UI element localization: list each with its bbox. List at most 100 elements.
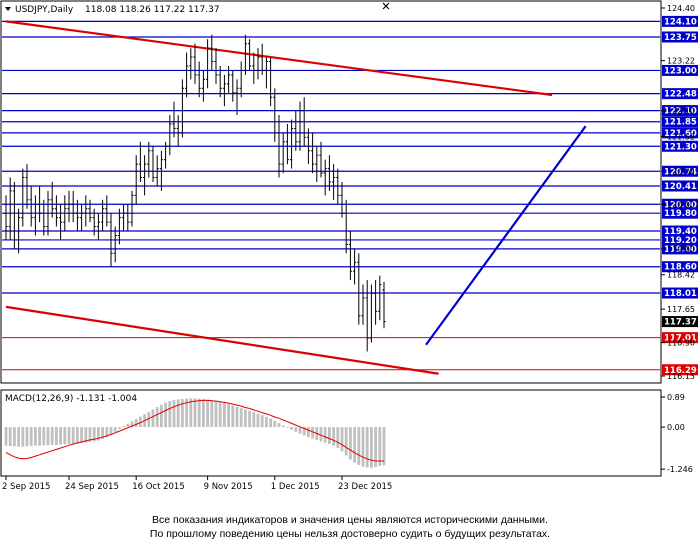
macd-bar [370, 427, 373, 468]
price-axis-label: 121.52 [667, 132, 695, 141]
time-axis-label: 23 Dec 2015 [338, 482, 392, 492]
macd-bar [294, 427, 298, 432]
macd-bar [319, 427, 323, 442]
level-label: 121.30 [664, 142, 697, 152]
level-label: 120.41 [664, 182, 697, 192]
macd-bar [42, 427, 46, 446]
macd-bar [206, 399, 209, 428]
macd-bar [269, 418, 272, 428]
disclaimer-line-1: Все показания индикаторов и значения цен… [152, 514, 548, 526]
macd-bar [210, 400, 214, 428]
macd-bar [311, 427, 314, 439]
macd-bar [38, 427, 41, 446]
level-label: 124.10 [664, 17, 697, 27]
macd-bar [332, 427, 335, 446]
macd-bar [357, 427, 361, 465]
price-axis-label: 120.74 [667, 167, 695, 176]
macd-panel: 0.89 0.00 -1.246 MACD(12,26,9) -1.131 -1.0… [0, 389, 693, 477]
price-panel: 124.10 123.75 123.00 122.48 122.10 121.85 121.… [0, 0, 698, 384]
level-label: 119.80 [664, 209, 697, 219]
macd-bar [13, 427, 16, 447]
price-axis-label: 118.42 [667, 271, 695, 280]
macd-bar [382, 427, 386, 466]
macd-bar [160, 404, 163, 428]
price-plot-area [0, 0, 662, 384]
time-axis-label: 2 Sep 2015 [2, 482, 50, 492]
macd-bar [323, 427, 327, 443]
macd-bar [46, 427, 50, 446]
level-label: 123.75 [664, 33, 697, 43]
chart-header: USDJPY,Daily 118.08 118.26 117.22 117.37 [5, 5, 220, 15]
macd-bar [244, 409, 247, 428]
macd-bar [76, 427, 79, 444]
macd-bar [63, 427, 67, 445]
disclaimer: Все показания индикаторов и значения цен… [0, 513, 700, 541]
macd-label: MACD(12,26,9) -1.131 -1.004 [5, 394, 137, 404]
macd-bar [55, 427, 58, 445]
macd-bar [218, 401, 222, 428]
macd-bar [353, 427, 356, 463]
macd-bar [109, 427, 113, 435]
macd-bar [193, 398, 197, 428]
macd-axis-label: 0.00 [667, 423, 685, 432]
macd-bar [223, 402, 226, 428]
macd-bar [202, 399, 205, 428]
macd-bar [59, 427, 62, 445]
level-label: 122.48 [664, 90, 697, 100]
macd-bar [126, 423, 130, 428]
price-axis-label: 123.22 [667, 57, 695, 66]
price-axis-label: 124.40 [667, 4, 695, 13]
macd-bar [340, 427, 344, 452]
macd-bar [239, 408, 243, 428]
macd-bar [197, 398, 201, 428]
macd-bar [214, 400, 218, 428]
macd-bar [80, 427, 83, 443]
macd-bar [151, 409, 155, 428]
price-axis-label: 116.15 [667, 372, 695, 381]
macd-bar [235, 406, 239, 428]
time-axis: 2 Sep 2015 24 Sep 2015 16 Oct 2015 9 Nov 20… [2, 476, 392, 492]
ohlc-label: 118.08 118.26 117.22 117.37 [85, 5, 220, 15]
time-axis-label: 16 Oct 2015 [132, 482, 185, 492]
price-axis-label: 117.65 [667, 305, 695, 314]
macd-bar [67, 427, 71, 444]
macd-bar [172, 400, 176, 428]
price-axis-label: 116.90 [667, 339, 695, 348]
macd-bar [189, 398, 193, 428]
time-axis-label: 1 Dec 2015 [271, 482, 320, 492]
level-label: 123.00 [664, 66, 697, 76]
macd-bar [122, 426, 125, 428]
macd-axis-label: 0.89 [667, 393, 685, 402]
macd-bar [365, 427, 369, 468]
macd-bar [286, 427, 289, 428]
level-label: 121.85 [664, 118, 697, 128]
macd-bar [378, 427, 382, 466]
macd-bar [361, 427, 365, 467]
macd-bar [25, 427, 29, 447]
macd-bar [168, 401, 172, 428]
macd-bar [349, 427, 352, 460]
price-axis-label: 122.10 [667, 107, 695, 116]
macd-axis-label: -1.246 [667, 465, 693, 474]
chart: 124.10 123.75 123.00 122.48 122.10 121.85 121.… [0, 0, 698, 492]
macd-bar [4, 427, 8, 446]
macd-bar [260, 415, 264, 428]
macd-axis: 0.89 0.00 -1.246 [661, 393, 693, 474]
macd-bar [17, 427, 20, 447]
macd-bar [336, 427, 340, 449]
level-labels: 124.10 123.75 123.00 122.48 122.10 121.85 121.… [662, 15, 698, 376]
macd-bar [50, 427, 54, 445]
macd-bar [155, 407, 159, 428]
macd-bar [29, 427, 33, 447]
macd-bar [231, 405, 235, 428]
time-axis-label: 24 Sep 2015 [65, 482, 119, 492]
macd-bar [344, 427, 348, 456]
macd-bar [8, 427, 12, 447]
macd-bar [134, 418, 138, 428]
macd-bar [252, 412, 256, 428]
macd-bar [273, 420, 277, 428]
time-axis-label: 9 Nov 2015 [204, 482, 253, 492]
macd-bar [118, 427, 121, 430]
macd-bar [298, 427, 302, 434]
macd-bar [34, 427, 37, 446]
